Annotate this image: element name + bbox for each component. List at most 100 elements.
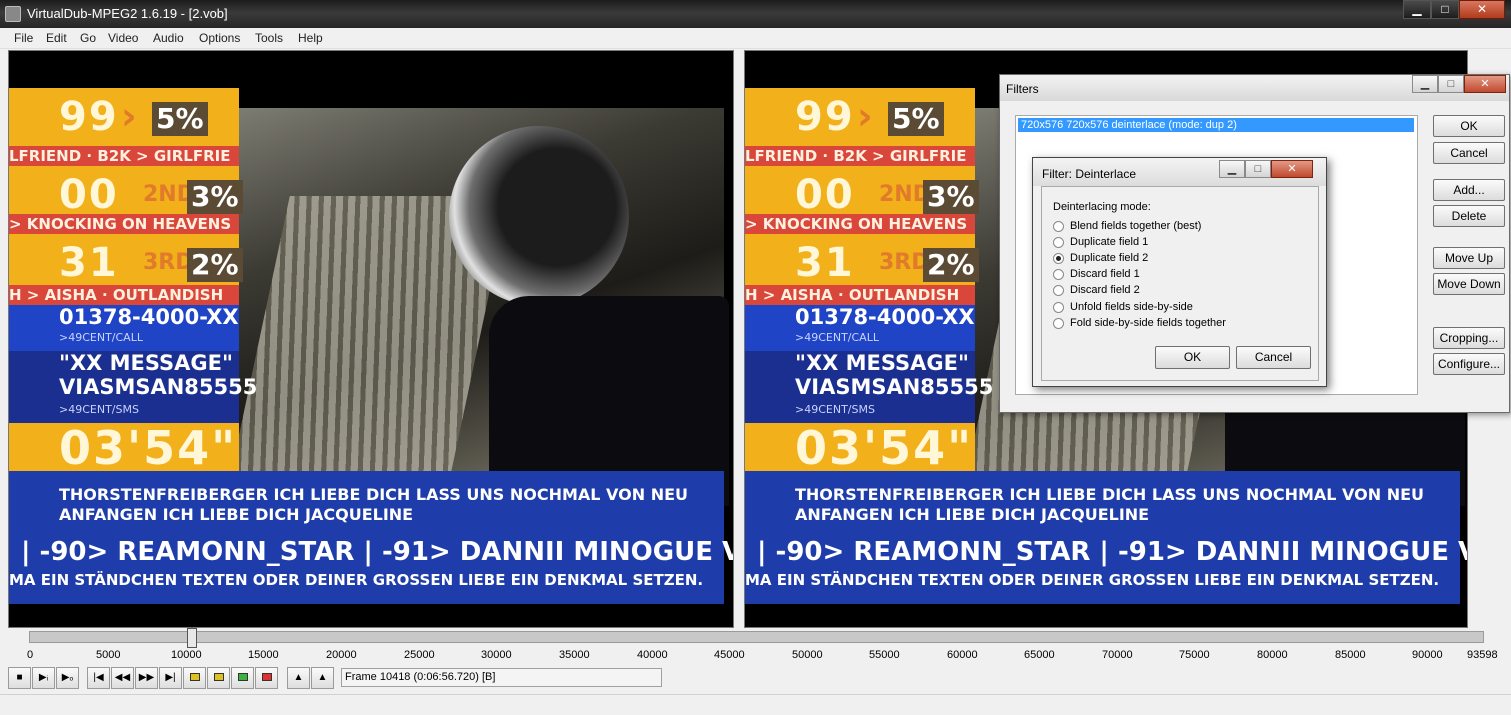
next-keyframe-button[interactable]	[207, 667, 230, 689]
message-box: "XX MESSAGE" VIASMSAN85555 >49CENT/SMS	[745, 351, 993, 423]
mode-dup1-radio[interactable]: Duplicate field 1	[1053, 236, 1148, 248]
timeline-tick: 93598	[1467, 649, 1498, 661]
prev-scene-button[interactable]	[231, 667, 254, 689]
mode-blend-radio[interactable]: Blend fields together (best)	[1053, 220, 1201, 232]
phone-price: >49CENT/CALL	[795, 331, 879, 344]
chevron-icon: ›	[121, 94, 137, 138]
mode-dup2-radio[interactable]: Duplicate field 2	[1053, 252, 1148, 264]
timer-text: 03'54"	[795, 421, 974, 475]
prev-keyframe-button[interactable]	[183, 667, 206, 689]
rank-number: 99	[795, 94, 855, 140]
rank-percent: 5%	[152, 102, 208, 136]
rank-position: 3RD	[143, 250, 194, 275]
filters-close-button[interactable]: ✕	[1464, 75, 1506, 93]
next-scene-button[interactable]	[255, 667, 278, 689]
input-video-pane[interactable]: 99 › 5% LFRIEND · B2K > GIRLFRIE 00 2ND …	[8, 50, 734, 628]
phone-price: >49CENT/CALL	[59, 331, 143, 344]
filters-ok-button[interactable]: OK	[1433, 115, 1505, 137]
configure-button[interactable]: Configure...	[1433, 353, 1505, 375]
mode-discard2-radio[interactable]: Discard field 2	[1053, 284, 1140, 296]
filters-cancel-button[interactable]: Cancel	[1433, 142, 1505, 164]
timeline-tick: 45000	[714, 649, 745, 661]
filters-minimize-button[interactable]: ▁	[1412, 75, 1438, 93]
mark-out-button[interactable]: ▲	[311, 667, 334, 689]
timeline-tick: 10000	[171, 649, 202, 661]
status-bar	[0, 694, 1511, 715]
play-output-button[interactable]: ▶ₒ	[56, 667, 79, 689]
message-title: "XX MESSAGE"	[795, 351, 969, 375]
rank-number: 00	[59, 172, 119, 218]
rank-number: 31	[795, 240, 855, 286]
phone-number: 01378-4000-XX	[795, 305, 975, 329]
deinterlace-dialog: Filter: Deinterlace ▁ □ ✕ Deinterlacing …	[1032, 157, 1327, 387]
menu-file[interactable]: File	[14, 31, 33, 45]
move-down-button[interactable]: Move Down	[1433, 273, 1505, 295]
menu-audio[interactable]: Audio	[153, 31, 184, 45]
song-strip: > KNOCKING ON HEAVENS	[745, 214, 975, 234]
deinterlace-close-button[interactable]: ✕	[1271, 160, 1313, 178]
menu-video[interactable]: Video	[108, 31, 138, 45]
maximize-button[interactable]: □	[1431, 0, 1459, 19]
deinterlace-maximize-button[interactable]: □	[1245, 160, 1271, 178]
timeline-tick: 15000	[248, 649, 279, 661]
video-head	[449, 126, 629, 306]
go-start-button[interactable]: |◀	[87, 667, 110, 689]
timeline-tick: 5000	[96, 649, 121, 661]
prev-frame-button[interactable]: ◀◀	[111, 667, 134, 689]
timeline-tick: 0	[27, 649, 34, 661]
mode-fold-radio[interactable]: Fold side-by-side fields together	[1053, 317, 1226, 329]
frame-indicator: Frame 10418 (0:06:56.720) [B]	[341, 668, 662, 687]
message-price: >49CENT/SMS	[795, 403, 875, 416]
stop-button[interactable]: ■	[8, 667, 31, 689]
menu-edit[interactable]: Edit	[46, 31, 67, 45]
input-video-frame: 99 › 5% LFRIEND · B2K > GIRLFRIE 00 2ND …	[9, 66, 733, 624]
menu-bar: File Edit Go Video Audio Options Tools H…	[0, 28, 1511, 49]
mode-discard1-radio[interactable]: Discard field 1	[1053, 268, 1140, 280]
timeline-thumb[interactable]	[186, 628, 197, 648]
deinterlace-cancel-button[interactable]: Cancel	[1236, 346, 1311, 369]
window-controls: ▁ □ ✕	[1403, 0, 1505, 19]
minimize-button[interactable]: ▁	[1403, 0, 1431, 19]
go-end-button[interactable]: ▶|	[159, 667, 182, 689]
timeline-tick: 60000	[947, 649, 978, 661]
filters-maximize-button[interactable]: □	[1438, 75, 1464, 93]
play-input-button[interactable]: ▶ᵢ	[32, 667, 55, 689]
filters-window-controls: ▁ □ ✕	[1412, 75, 1506, 93]
ticker-line: | -90> REAMONN_STAR | -91> DANNII MINOGU…	[757, 537, 1467, 567]
app-icon[interactable]	[5, 6, 21, 22]
radio-label: Duplicate field 2	[1070, 252, 1149, 264]
deinterlace-minimize-button[interactable]: ▁	[1219, 160, 1245, 178]
rank-number: 00	[795, 172, 855, 218]
deinterlace-window-controls: ▁ □ ✕	[1219, 160, 1313, 178]
radio-label: Blend fields together (best)	[1070, 220, 1202, 232]
deinterlace-panel: Deinterlacing mode: Blend fields togethe…	[1041, 186, 1319, 381]
message-number: VIASMSAN85555	[795, 375, 994, 399]
deinterlace-ok-button[interactable]: OK	[1155, 346, 1230, 369]
next-frame-button[interactable]: ▶▶	[135, 667, 158, 689]
radio-label: Unfold fields side-by-side	[1070, 301, 1193, 313]
close-button[interactable]: ✕	[1459, 0, 1505, 19]
menu-help[interactable]: Help	[298, 31, 323, 45]
delete-filter-button[interactable]: Delete	[1433, 205, 1505, 227]
timeline-tick: 40000	[637, 649, 668, 661]
song-strip: LFRIEND · B2K > GIRLFRIE	[745, 146, 975, 166]
mark-in-button[interactable]: ▲	[287, 667, 310, 689]
ticker-box: THORSTENFREIBERGER ICH LIEBE DICH LASS U…	[745, 471, 1467, 604]
add-filter-button[interactable]: Add...	[1433, 179, 1505, 201]
timer-box: 03'54"	[745, 421, 975, 475]
phone-number: 01378-4000-XX	[59, 305, 239, 329]
mode-unfold-radio[interactable]: Unfold fields side-by-side	[1053, 301, 1193, 313]
move-up-button[interactable]: Move Up	[1433, 247, 1505, 269]
timeline-tick: 25000	[404, 649, 435, 661]
menu-options[interactable]: Options	[199, 31, 240, 45]
chevron-icon: ›	[857, 94, 873, 138]
cropping-button[interactable]: Cropping...	[1433, 327, 1505, 349]
menu-tools[interactable]: Tools	[255, 31, 283, 45]
phone-box: 01378-4000-XX >49CENT/CALL	[9, 305, 239, 351]
window-title: VirtualDub-MPEG2 1.6.19 - [2.vob]	[27, 6, 228, 21]
menu-go[interactable]: Go	[80, 31, 96, 45]
timeline-track[interactable]	[29, 628, 1484, 648]
message-number: VIASMSAN85555	[59, 375, 258, 399]
radio-label: Discard field 2	[1070, 284, 1140, 296]
filter-list-item[interactable]: 720x576 720x576 deinterlace (mode: dup 2…	[1018, 118, 1414, 132]
